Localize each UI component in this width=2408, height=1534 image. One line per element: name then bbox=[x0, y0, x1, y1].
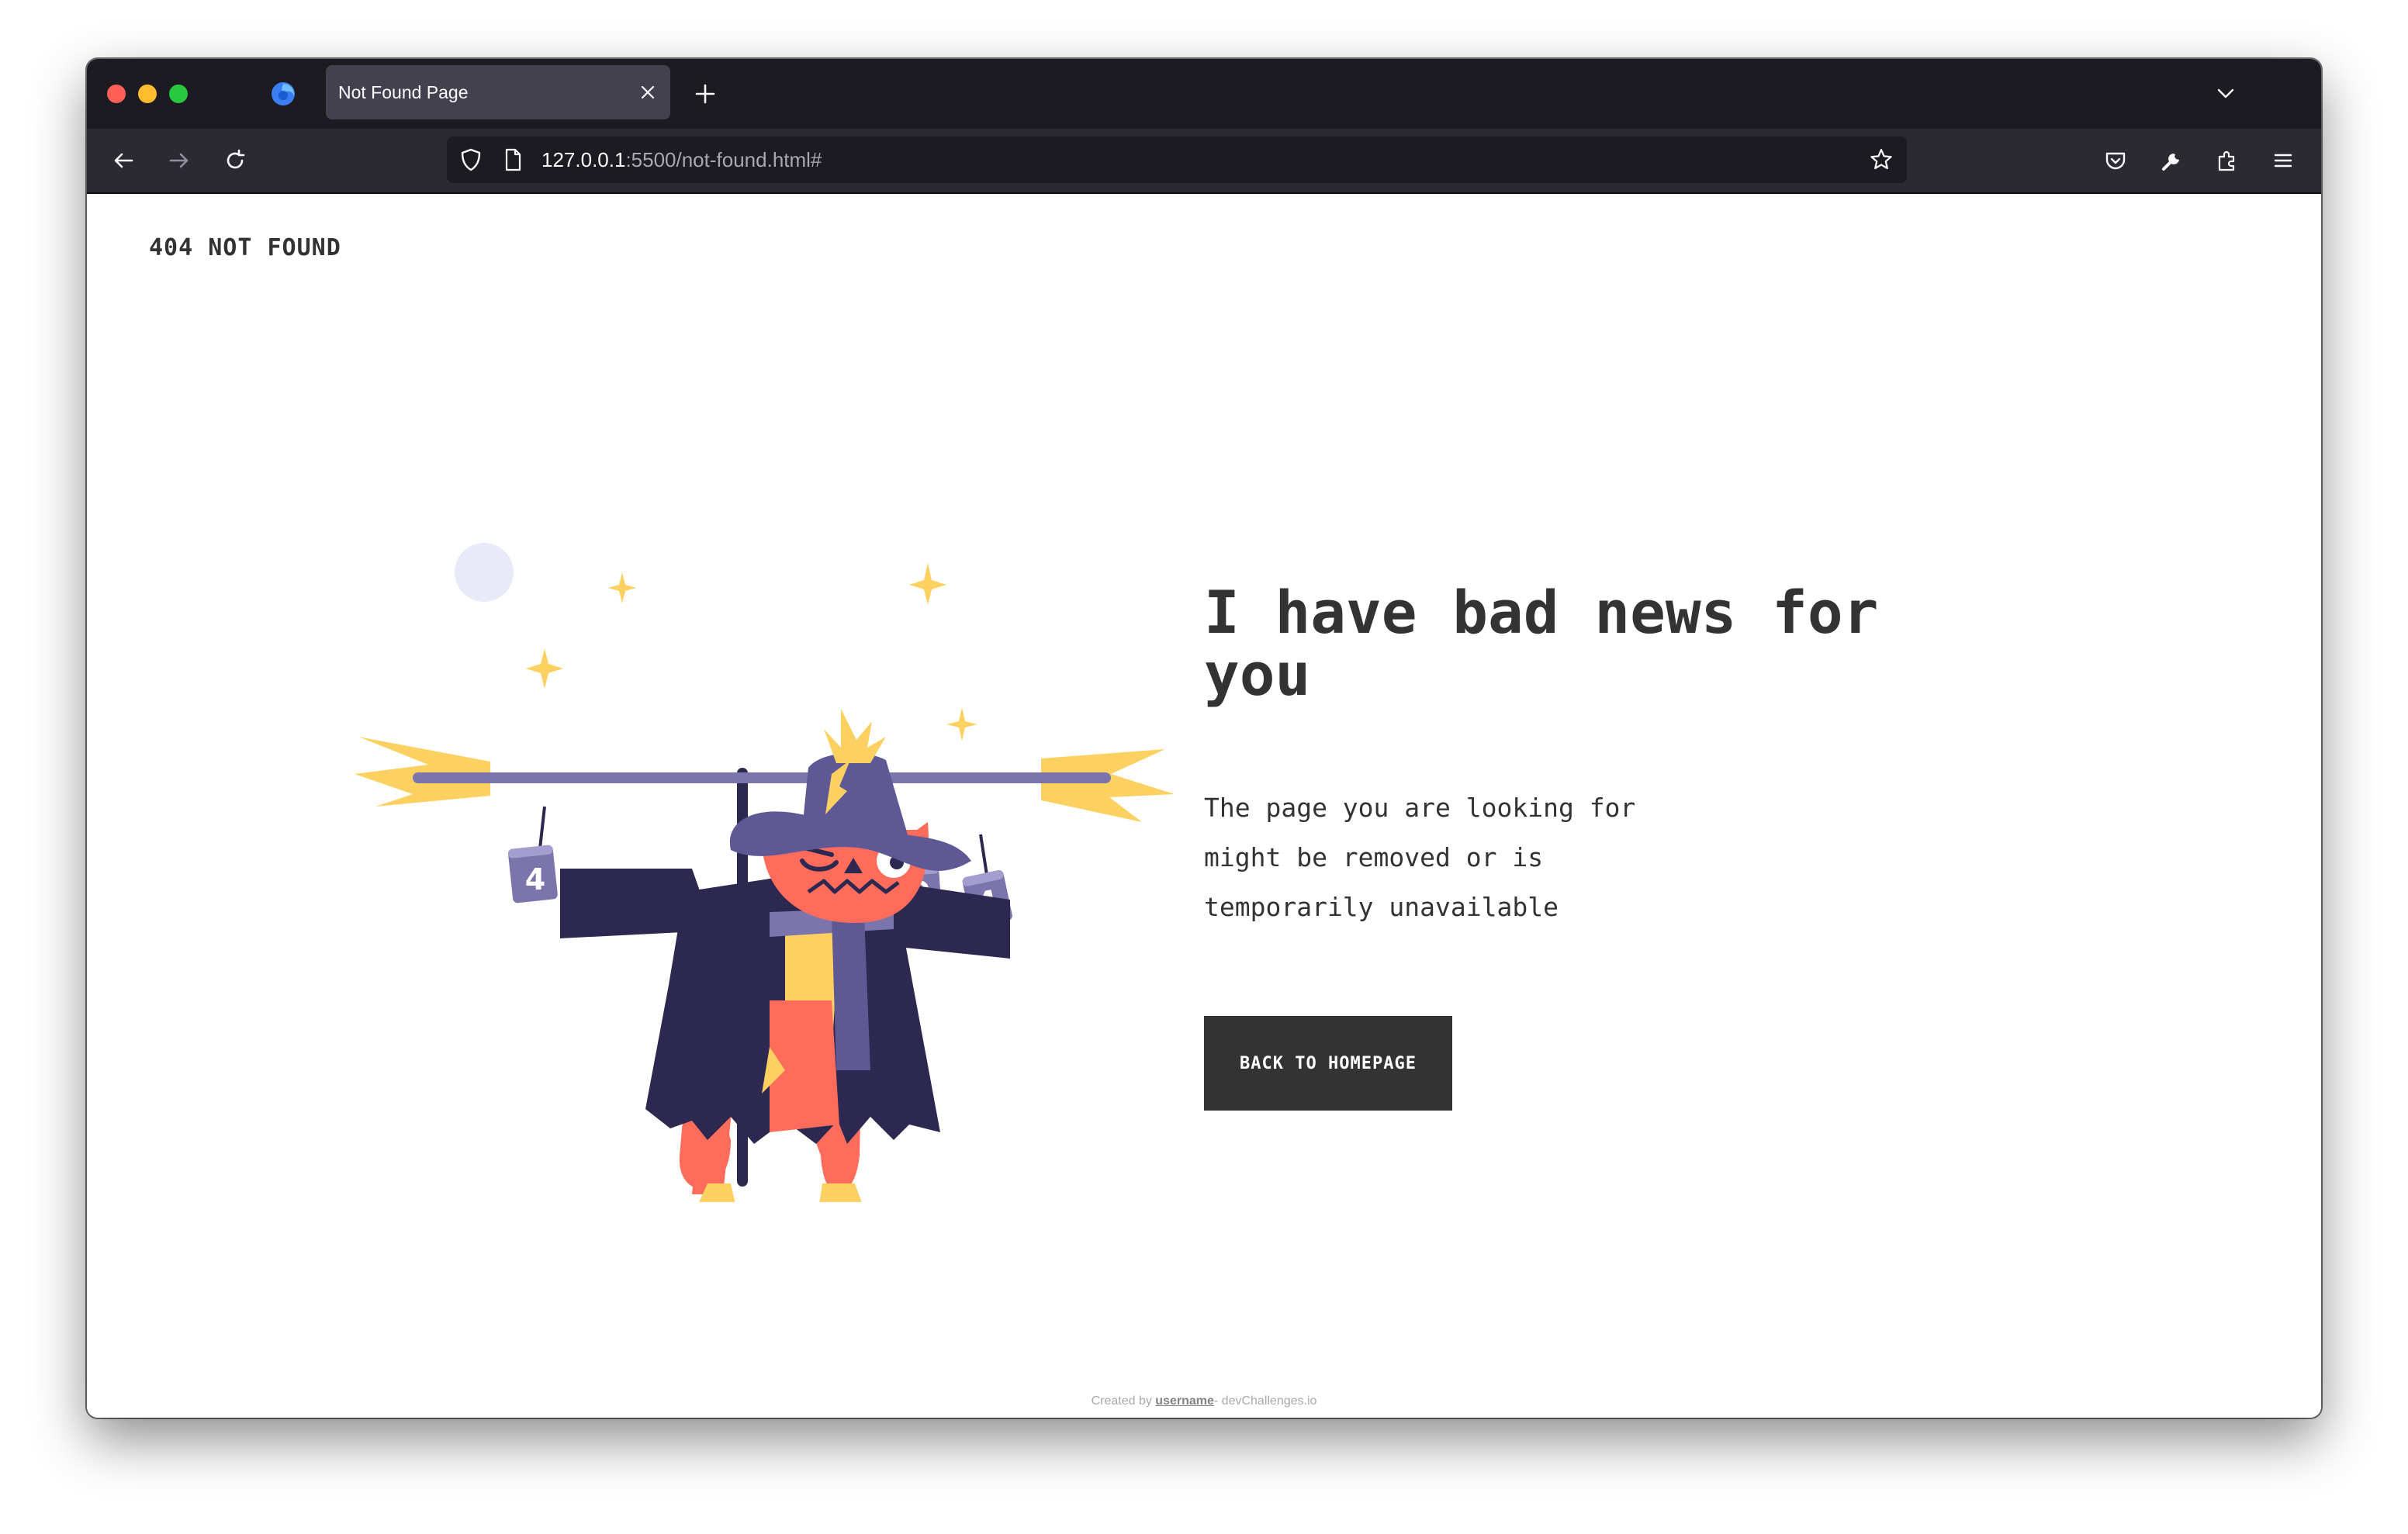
footer-prefix: Created by bbox=[1091, 1394, 1152, 1408]
bookmark-star-icon[interactable] bbox=[1868, 147, 1894, 173]
url-host: 127.0.0.1 bbox=[541, 148, 626, 171]
hamburger-menu-icon[interactable] bbox=[2270, 147, 2296, 174]
can-digit: 4 bbox=[525, 862, 545, 897]
chevron-down-icon[interactable] bbox=[2216, 84, 2236, 104]
new-tab-icon[interactable] bbox=[690, 79, 720, 109]
navigation-toolbar: 127.0.0.1:5500/not-found.html# bbox=[87, 129, 2321, 194]
url-path: :5500/not-found.html# bbox=[625, 148, 822, 171]
pocket-icon[interactable] bbox=[2102, 147, 2129, 174]
error-message: The page you are looking for might be re… bbox=[1204, 793, 1636, 922]
footer-username-link[interactable]: username bbox=[1155, 1394, 1214, 1408]
straw-right-hand bbox=[1041, 749, 1173, 822]
left-string bbox=[538, 806, 546, 849]
back-arrow-icon[interactable] bbox=[110, 147, 137, 174]
back-to-homepage-button[interactable]: BACK TO HOMEPAGE bbox=[1204, 1016, 1452, 1111]
forward-arrow-icon[interactable] bbox=[166, 147, 192, 174]
sparkle-shape bbox=[526, 648, 563, 689]
browser-window: Not Found Page 127.0.0.1:5500/not-found.… bbox=[87, 59, 2321, 1418]
wrench-icon[interactable] bbox=[2158, 147, 2185, 174]
sparkle-shape bbox=[608, 572, 636, 603]
tab-not-found-page[interactable]: Not Found Page bbox=[326, 65, 670, 119]
reload-icon[interactable] bbox=[222, 147, 248, 174]
page-content: 404 NOT FOUND 4 I have bad news for you … bbox=[87, 194, 2321, 1418]
tab-title: Not Found Page bbox=[338, 82, 469, 102]
moon-shape bbox=[455, 543, 514, 602]
close-tab-icon[interactable] bbox=[639, 84, 656, 101]
scarecrow-illustration: 4 0 4 bbox=[355, 543, 1173, 1202]
straw-right-foot bbox=[819, 1183, 862, 1202]
maximize-window-button[interactable] bbox=[169, 85, 188, 103]
minimize-window-button[interactable] bbox=[138, 85, 157, 103]
close-window-button[interactable] bbox=[107, 85, 126, 103]
sparkle-shape bbox=[909, 563, 946, 605]
sparkle-shape bbox=[946, 707, 977, 741]
right-string-b bbox=[979, 834, 988, 876]
page-icon bbox=[505, 148, 521, 171]
shield-icon[interactable] bbox=[458, 147, 484, 173]
page-headline: I have bad news for you bbox=[1204, 578, 1879, 709]
straw-left-hand bbox=[355, 737, 490, 807]
url-text[interactable]: 127.0.0.1:5500/not-found.html# bbox=[541, 136, 822, 183]
arm-stick-shape bbox=[413, 772, 1111, 783]
brand-logo-text: 404 NOT FOUND bbox=[149, 234, 341, 261]
address-bar[interactable]: 127.0.0.1:5500/not-found.html# bbox=[447, 136, 1907, 183]
tab-bar: Not Found Page bbox=[87, 59, 2321, 129]
footer-credit: Created by username- devChallenges.io bbox=[87, 1394, 2321, 1408]
scarf-shape bbox=[832, 915, 870, 1070]
firefox-icon bbox=[272, 82, 295, 105]
extensions-puzzle-icon[interactable] bbox=[2214, 147, 2240, 174]
footer-suffix: - devChallenges.io bbox=[1213, 1394, 1317, 1408]
